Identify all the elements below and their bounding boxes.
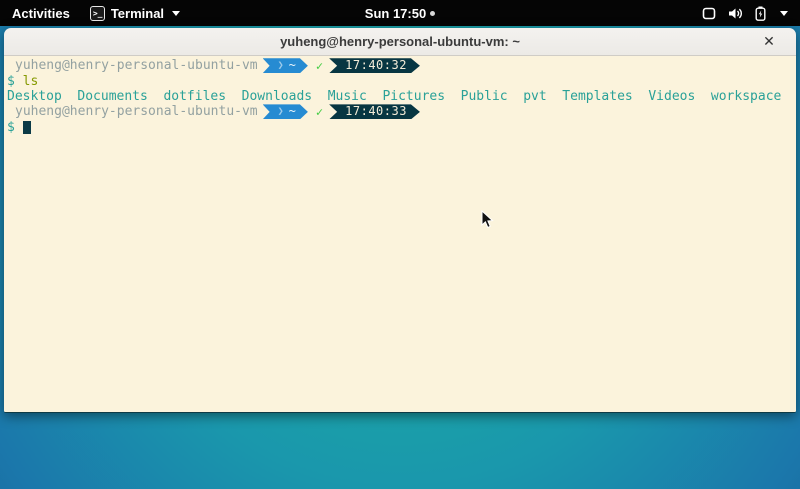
prompt-user: yuheng@henry-personal-ubuntu-vm [15, 104, 258, 119]
activities-button[interactable]: Activities [0, 0, 82, 26]
battery-charging-icon [755, 6, 766, 21]
prompt-path: ~ [289, 58, 296, 73]
directory-name: Documents [77, 89, 147, 104]
directory-name: Music [328, 89, 367, 104]
directory-name: Desktop [7, 89, 62, 104]
directory-name: Public [461, 89, 508, 104]
directory-name: dotfiles [163, 89, 226, 104]
terminal-cursor [23, 121, 31, 134]
clock[interactable]: Sun 17:50 [365, 6, 426, 21]
ls-output-line: Desktop Documents dotfiles Downloads Mus… [7, 89, 793, 104]
directory-name: Pictures [382, 89, 445, 104]
prompt-line-1: yuheng@henry-personal-ubuntu-vm ❯ ~ ✓ 17… [7, 58, 793, 73]
directory-name: pvt [523, 89, 546, 104]
prompt-symbol: $ [7, 120, 15, 135]
directory-name: Videos [648, 89, 695, 104]
top-bar: Activities >_ Terminal Sun 17:50 [0, 0, 800, 26]
powerline-path-segment: ❯ ~ [263, 104, 308, 119]
terminal-content[interactable]: yuheng@henry-personal-ubuntu-vm ❯ ~ ✓ 17… [4, 56, 796, 413]
prompt-symbol: $ [7, 74, 15, 89]
terminal-icon: >_ [90, 6, 105, 21]
powerline-path-segment: ❯ ~ [263, 58, 308, 73]
current-input-line: $ [7, 120, 793, 135]
notification-dot-icon [430, 11, 435, 16]
window-titlebar[interactable]: yuheng@henry-personal-ubuntu-vm: ~ ✕ [4, 28, 796, 56]
directory-name: Templates [562, 89, 632, 104]
terminal-app-menu[interactable]: >_ Terminal [82, 0, 188, 26]
prompt-user: yuheng@henry-personal-ubuntu-vm [15, 58, 258, 73]
status-check-icon: ✓ [316, 105, 323, 119]
powerline-separator-icon: ❯ [278, 104, 284, 119]
chevron-down-icon [172, 11, 180, 16]
window-title: yuheng@henry-personal-ubuntu-vm: ~ [280, 34, 520, 49]
prompt-path: ~ [289, 104, 296, 119]
app-menu-label: Terminal [111, 6, 164, 21]
volume-icon [728, 7, 743, 20]
directory-name: Downloads [242, 89, 312, 104]
terminal-window: yuheng@henry-personal-ubuntu-vm: ~ ✕ yuh… [4, 28, 796, 413]
typed-command: ls [23, 74, 39, 89]
chevron-down-icon [780, 11, 788, 16]
powerline-time-segment: 17:40:32 [329, 58, 420, 73]
status-check-icon: ✓ [316, 59, 323, 73]
command-line: $ ls [7, 73, 793, 88]
directory-name: workspace [711, 89, 781, 104]
system-tray[interactable] [690, 0, 800, 26]
screen-icon [702, 7, 716, 20]
prompt-line-2: yuheng@henry-personal-ubuntu-vm ❯ ~ ✓ 17… [7, 104, 793, 119]
powerline-separator-icon: ❯ [278, 58, 284, 73]
close-button[interactable]: ✕ [760, 33, 778, 51]
powerline-time-segment: 17:40:33 [329, 104, 420, 119]
